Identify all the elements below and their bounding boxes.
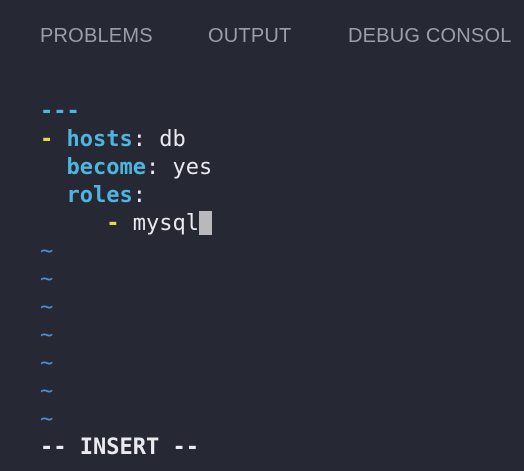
yaml-key-become: become <box>66 155 146 180</box>
yaml-colon: : <box>145 155 160 180</box>
text-cursor <box>198 211 212 235</box>
yaml-key-hosts: hosts <box>66 127 133 152</box>
editor-line-role-item: - mysql <box>40 210 212 238</box>
vim-mode-indicator: -- INSERT -- <box>40 435 199 460</box>
terminal-vim-editor[interactable]: --- - hosts: db become: yes roles: - mys… <box>0 98 524 471</box>
editor-line-roles: roles: <box>40 182 146 210</box>
empty-line-tilde: ~ <box>40 239 54 264</box>
empty-line-tilde: ~ <box>40 323 54 348</box>
tab-debug-console[interactable]: DEBUG CONSOL <box>348 24 512 48</box>
yaml-key-roles: roles <box>66 183 133 208</box>
editor-line-hosts: - hosts: db <box>40 126 186 154</box>
yaml-document-start: --- <box>40 99 80 124</box>
empty-line-tilde: ~ <box>40 407 54 432</box>
yaml-value-hosts: db <box>159 127 186 152</box>
tab-problems[interactable]: PROBLEMS <box>40 24 153 48</box>
yaml-colon: : <box>132 127 146 152</box>
tab-output[interactable]: OUTPUT <box>208 24 291 48</box>
yaml-list-dash: - <box>106 211 120 236</box>
yaml-value-become: yes <box>172 155 213 180</box>
editor-line-doc-start: --- <box>40 98 80 126</box>
empty-line-tilde: ~ <box>40 379 54 404</box>
yaml-value-role: mysql <box>132 211 199 236</box>
yaml-colon: : <box>132 183 146 208</box>
yaml-list-dash: - <box>40 127 54 152</box>
empty-line-tilde: ~ <box>40 351 54 376</box>
empty-line-tilde: ~ <box>40 267 54 292</box>
empty-line-tilde: ~ <box>40 295 54 320</box>
editor-line-become: become: yes <box>40 154 213 182</box>
panel-tab-bar: PROBLEMS OUTPUT DEBUG CONSOL <box>0 0 524 74</box>
